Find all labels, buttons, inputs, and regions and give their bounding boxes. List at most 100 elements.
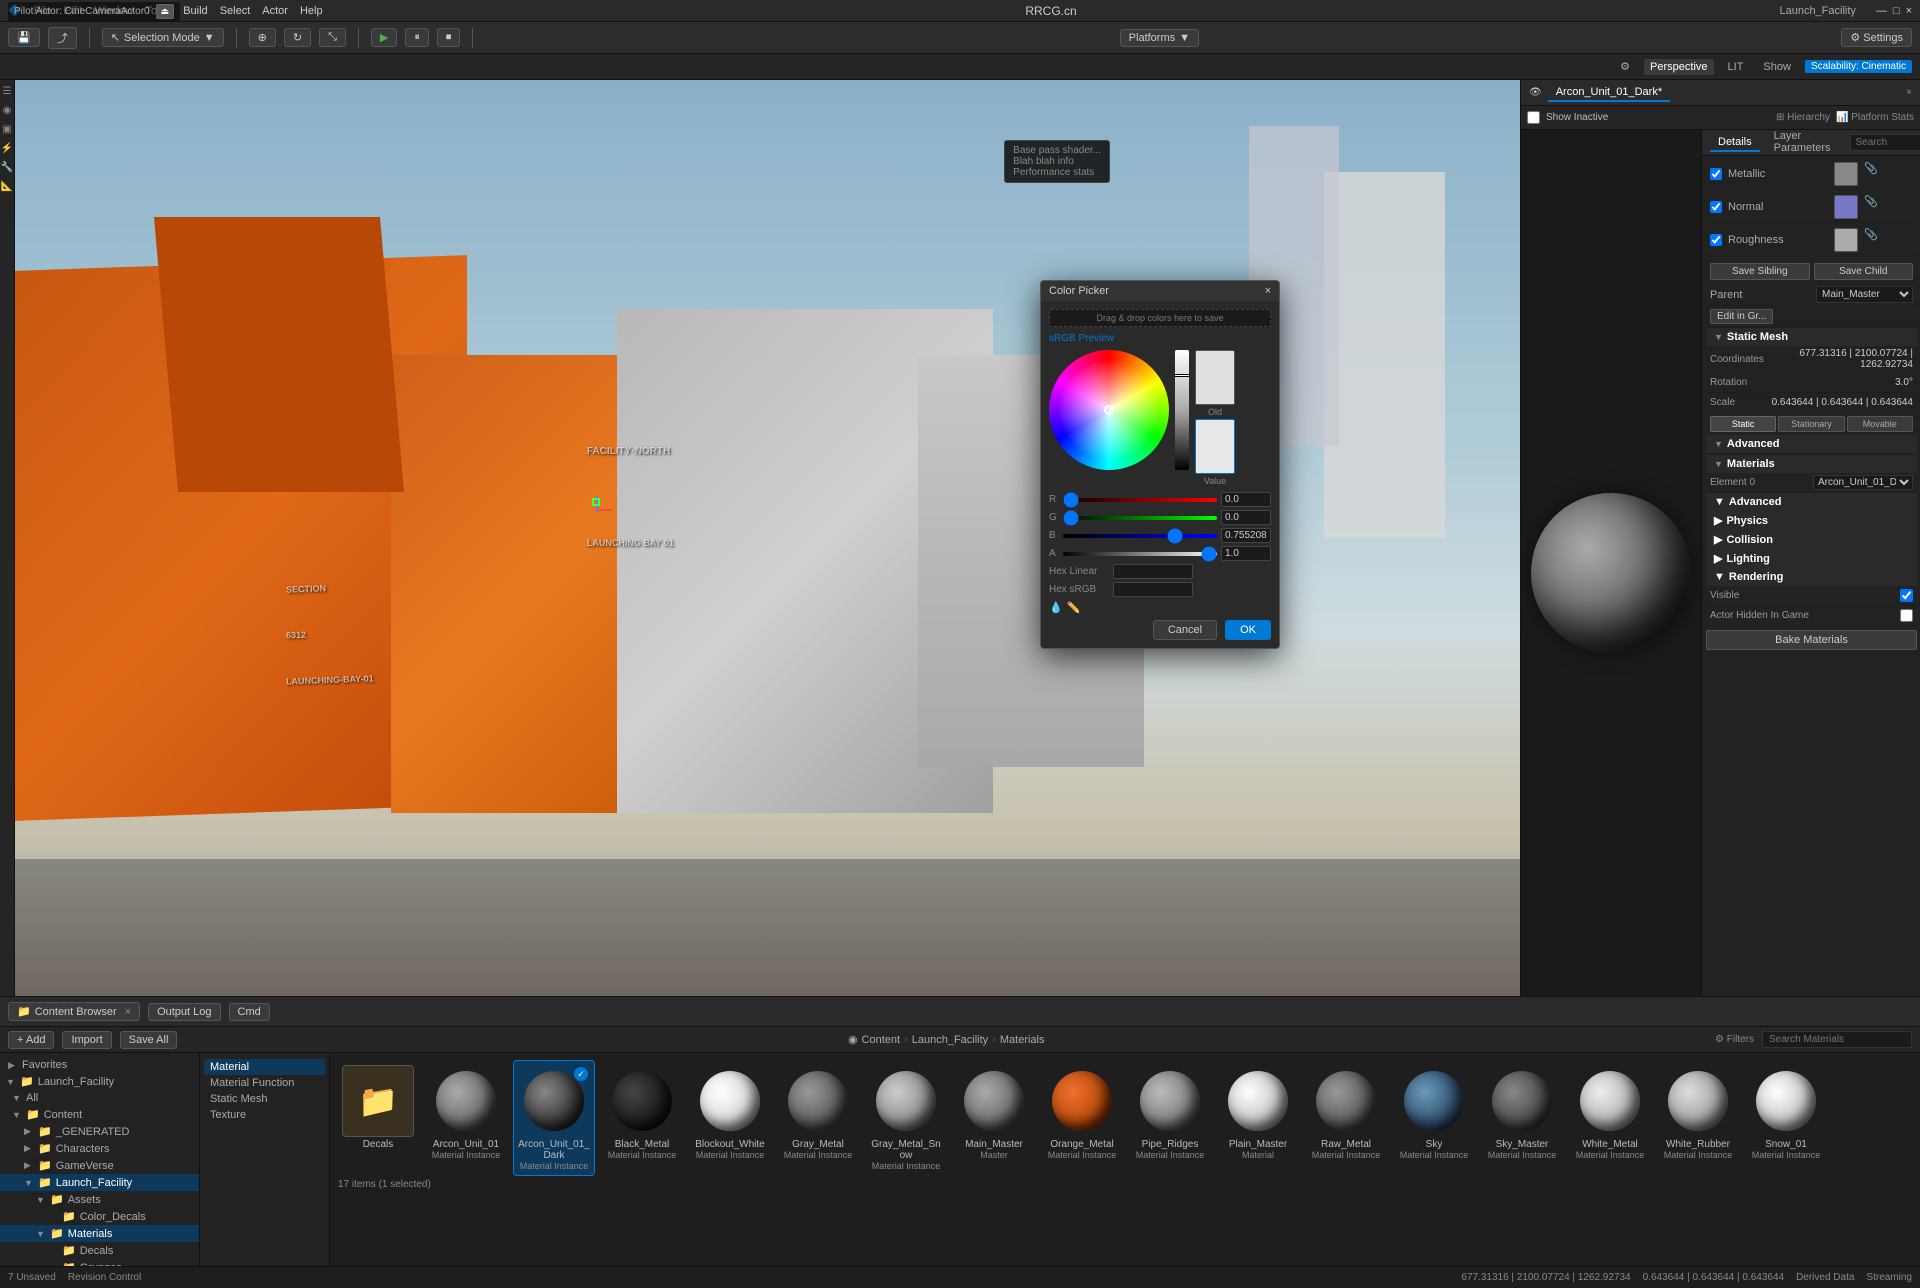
- menu-select[interactable]: Select: [220, 5, 251, 17]
- g-input[interactable]: 0.0: [1221, 510, 1271, 525]
- color-picker-close[interactable]: ×: [1265, 285, 1271, 297]
- metallic-checkbox[interactable]: [1710, 168, 1722, 180]
- tree-decals[interactable]: 📁 Decals: [0, 1242, 199, 1259]
- metallic-swatch[interactable]: [1834, 162, 1858, 186]
- close-btn[interactable]: ×: [1906, 5, 1912, 17]
- asset-item-snow-01[interactable]: Snow_01Material Instance: [1746, 1061, 1826, 1175]
- vp-settings-btn[interactable]: ⚙: [1614, 58, 1636, 75]
- roughness-checkbox[interactable]: [1710, 234, 1722, 246]
- cp-option-srgb[interactable]: sRGB Preview: [1049, 333, 1114, 344]
- add-btn[interactable]: + Add: [8, 1031, 54, 1049]
- normal-icon[interactable]: 📎: [1864, 195, 1888, 219]
- g-slider[interactable]: [1063, 516, 1217, 520]
- asset-item-plain-master[interactable]: Plain_MasterMaterial: [1218, 1061, 1298, 1175]
- asset-item-decals[interactable]: 📁Decals: [338, 1061, 418, 1175]
- filter-static-mesh[interactable]: Static Mesh: [204, 1091, 325, 1107]
- sidebar-icon-5[interactable]: 🔧: [0, 160, 15, 175]
- tree-color-decals[interactable]: 📁 Color_Decals: [0, 1208, 199, 1225]
- menu-help[interactable]: Help: [300, 5, 323, 17]
- asset-item-gray-metal-snow[interactable]: Gray_Metal_SnowMaterial Instance: [866, 1061, 946, 1175]
- asset-item-raw-metal[interactable]: Raw_MetalMaterial Instance: [1306, 1061, 1386, 1175]
- platform-stats-btn[interactable]: 📊 Platform Stats: [1836, 112, 1914, 123]
- minimize-btn[interactable]: —: [1876, 5, 1887, 17]
- breadcrumb-materials[interactable]: Materials: [1000, 1034, 1045, 1046]
- advanced-header[interactable]: ▼ Advanced: [1706, 435, 1917, 453]
- tree-characters[interactable]: ▶ 📁 Characters: [0, 1140, 199, 1157]
- show-btn[interactable]: Show: [1757, 59, 1797, 75]
- actor-hidden-checkbox[interactable]: [1900, 609, 1913, 622]
- breadcrumb-launch[interactable]: Launch_Facility: [912, 1034, 988, 1046]
- tree-launch[interactable]: ▼ 📁 Launch_Facility: [0, 1073, 199, 1090]
- bake-materials-btn[interactable]: Bake Materials: [1706, 630, 1917, 650]
- asset-item-arcon-unit-01-dark[interactable]: ✓Arcon_Unit_01_DarkMaterial Instance: [514, 1061, 594, 1175]
- color-wheel[interactable]: [1049, 350, 1169, 470]
- asset-item-black-metal[interactable]: Black_MetalMaterial Instance: [602, 1061, 682, 1175]
- save-btn[interactable]: 💾: [8, 28, 40, 47]
- details-tab[interactable]: Details: [1710, 134, 1760, 152]
- filter-icon[interactable]: ⚙ Filters: [1715, 1034, 1754, 1045]
- asset-item-white-rubber[interactable]: White_RubberMaterial Instance: [1658, 1061, 1738, 1175]
- content-browser-tab[interactable]: 📁 Content Browser ×: [8, 1002, 140, 1021]
- mat-tab-active[interactable]: Arcon_Unit_01_Dark*: [1548, 84, 1670, 102]
- r-slider[interactable]: [1063, 498, 1217, 502]
- cb-tab-close[interactable]: ×: [125, 1006, 131, 1018]
- rendering-header[interactable]: ▼ Rendering: [1706, 568, 1917, 586]
- a-slider[interactable]: [1063, 552, 1217, 556]
- b-input[interactable]: 0.755208: [1221, 528, 1271, 543]
- asset-item-arcon-unit-01[interactable]: Arcon_Unit_01Material Instance: [426, 1061, 506, 1175]
- hierarchy-btn[interactable]: ⊞ Hierarchy: [1776, 112, 1830, 123]
- perspective-btn[interactable]: Perspective: [1644, 59, 1713, 75]
- color-picker-ok-btn[interactable]: OK: [1225, 620, 1271, 640]
- roughness-swatch[interactable]: [1834, 228, 1858, 252]
- advanced2-header[interactable]: ▼ Advanced: [1706, 493, 1917, 511]
- collision-header[interactable]: ▶ Collision: [1706, 530, 1917, 549]
- asset-item-white-metal[interactable]: White_MetalMaterial Instance: [1570, 1061, 1650, 1175]
- tree-content[interactable]: ▼ 📁 Content: [0, 1106, 199, 1123]
- tree-generated[interactable]: ▶ 📁 _GENERATED: [0, 1123, 199, 1140]
- sidebar-icon-4[interactable]: ⚡: [0, 141, 15, 156]
- roughness-icon[interactable]: 📎: [1864, 228, 1888, 252]
- asset-item-blockout-white[interactable]: Blockout_WhiteMaterial Instance: [690, 1061, 770, 1175]
- transform-btn[interactable]: ⊕: [249, 28, 276, 47]
- sidebar-icon-3[interactable]: ▣: [0, 122, 13, 137]
- assets-search[interactable]: [1762, 1031, 1912, 1048]
- a-input[interactable]: 1.0: [1221, 546, 1271, 561]
- tree-grunges[interactable]: 📁 Grunges: [0, 1259, 199, 1266]
- hex-linear-input[interactable]: C1C1C1FF: [1113, 564, 1193, 579]
- import-btn[interactable]: Import: [62, 1031, 111, 1049]
- lighting-header[interactable]: ▶ Lighting: [1706, 549, 1917, 568]
- tree-assets[interactable]: ▼ 📁 Assets: [0, 1191, 199, 1208]
- sidebar-icon-6[interactable]: 📐: [0, 179, 15, 194]
- drag-drop-area[interactable]: Drag & drop colors here to save: [1049, 309, 1271, 327]
- eyedropper2-icon[interactable]: ✏️: [1067, 601, 1081, 614]
- status-revision[interactable]: Revision Control: [68, 1272, 141, 1283]
- layer-tab[interactable]: Layer Parameters: [1766, 130, 1839, 158]
- save-child-btn[interactable]: Save Child: [1814, 263, 1914, 280]
- element0-select[interactable]: Arcon_Unit_01_Dark: [1813, 475, 1913, 490]
- menu-actor[interactable]: Actor: [262, 5, 288, 17]
- color-picker-cancel-btn[interactable]: Cancel: [1153, 620, 1217, 640]
- source-control-btn[interactable]: ⤴: [48, 27, 77, 49]
- eject-pilot-btn[interactable]: ⏏: [156, 4, 175, 19]
- asset-item-orange-metal[interactable]: Orange_MetalMaterial Instance: [1042, 1061, 1122, 1175]
- filter-material[interactable]: Material: [204, 1059, 325, 1075]
- eyedropper-icon[interactable]: 💧: [1049, 601, 1063, 614]
- asset-item-gray-metal[interactable]: Gray_MetalMaterial Instance: [778, 1061, 858, 1175]
- normal-checkbox[interactable]: [1710, 201, 1722, 213]
- parent-select[interactable]: Main_Master: [1816, 286, 1913, 303]
- movable-btn[interactable]: Movable: [1847, 416, 1913, 432]
- tree-launch-facility[interactable]: ▼ 📁 Launch_Facility: [0, 1174, 199, 1191]
- cmd-tab[interactable]: Cmd: [229, 1003, 270, 1021]
- static-btn[interactable]: Static: [1710, 416, 1776, 432]
- metallic-icon[interactable]: 📎: [1864, 162, 1888, 186]
- tree-all[interactable]: ▼ All: [0, 1090, 199, 1106]
- output-log-tab[interactable]: Output Log: [148, 1003, 220, 1021]
- r-input[interactable]: 0.0: [1221, 492, 1271, 507]
- asset-item-sky[interactable]: SkyMaterial Instance: [1394, 1061, 1474, 1175]
- menu-build[interactable]: Build: [183, 5, 207, 17]
- save-all-btn[interactable]: Save All: [120, 1031, 178, 1049]
- scale-btn[interactable]: ⤡: [319, 28, 346, 47]
- show-inactive-checkbox[interactable]: [1527, 111, 1540, 124]
- hex-srgb-input[interactable]: E1E1E1FF: [1113, 582, 1193, 597]
- b-slider[interactable]: [1063, 534, 1217, 538]
